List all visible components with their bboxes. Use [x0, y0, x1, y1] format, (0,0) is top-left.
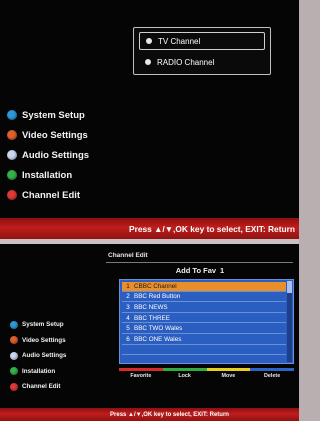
channel-name: BBC ONE Wales: [134, 335, 182, 343]
scrollbar-thumb[interactable]: [287, 281, 292, 293]
menu-item-label: System Setup: [22, 109, 85, 121]
channel-name: BBC Red Button: [134, 293, 181, 301]
menu-item-label: Channel Edit: [22, 383, 61, 391]
channel-row[interactable]: 2 BBC Red Button: [122, 293, 286, 303]
menu-item-label: Channel Edit: [22, 189, 81, 201]
red-dot-icon: [7, 190, 17, 200]
channel-list: 1 CBBC Channel 2 BBC Red Button 3 BBC NE…: [119, 279, 294, 364]
channel-number: 2: [126, 293, 130, 301]
red-dot-icon: [10, 382, 18, 391]
green-key-swatch: [162, 368, 207, 371]
menu-item-video-settings[interactable]: Video Settings: [7, 125, 89, 145]
fav-heading: Add To Fav 1: [150, 266, 250, 275]
favorite-key-label[interactable]: Favorite: [119, 373, 163, 379]
yellow-key-swatch: [206, 368, 251, 371]
channel-row[interactable]: 5 BBC TWO Wales: [122, 324, 286, 334]
channel-row[interactable]: 3 BBC NEWS: [122, 303, 286, 313]
channel-type-popup: TV Channel RADIO Channel: [133, 27, 271, 75]
menu-item-label: Audio Settings: [22, 352, 67, 360]
red-key-swatch: [119, 368, 163, 371]
empty-row: [122, 346, 286, 356]
menu-item-video-settings[interactable]: Video Settings: [10, 333, 66, 349]
orange-dot-icon: [10, 336, 18, 345]
radio-channel-option[interactable]: RADIO Channel: [139, 53, 265, 71]
tv-channel-label: TV Channel: [158, 36, 201, 46]
menu-item-label: Video Settings: [22, 129, 88, 141]
menu-item-channel-edit[interactable]: Channel Edit: [10, 379, 66, 395]
channel-number: 6: [126, 335, 130, 343]
channel-number: 5: [126, 325, 130, 333]
lock-key-label[interactable]: Lock: [163, 373, 207, 379]
channel-name: BBC TWO Wales: [134, 325, 183, 333]
menu-item-channel-edit[interactable]: Channel Edit: [7, 185, 89, 205]
tv-channel-option[interactable]: TV Channel: [139, 32, 265, 50]
main-menu: System Setup Video Settings Audio Settin…: [7, 105, 89, 205]
channel-name: BBC THREE: [134, 314, 170, 322]
color-key-bar: [119, 368, 294, 371]
help-bar: Press ▲/▼,OK key to select, EXIT: Return: [0, 408, 299, 421]
light-blue-dot-icon: [7, 150, 17, 160]
menu-item-audio-settings[interactable]: Audio Settings: [10, 348, 66, 364]
menu-item-audio-settings[interactable]: Audio Settings: [7, 145, 89, 165]
delete-key-label[interactable]: Delete: [250, 373, 294, 379]
menu-item-label: Installation: [22, 367, 56, 375]
move-key-label[interactable]: Move: [207, 373, 251, 379]
radio-dot-icon: [145, 59, 151, 65]
menu-item-system-setup[interactable]: System Setup: [7, 105, 89, 125]
menu-item-installation[interactable]: Installation: [7, 165, 89, 185]
menu-item-label: System Setup: [22, 321, 64, 329]
menu-item-system-setup[interactable]: System Setup: [10, 317, 66, 333]
blue-dot-icon: [7, 110, 17, 120]
channel-number: 1: [126, 282, 130, 290]
panel-title: Channel Edit: [108, 252, 148, 259]
channel-number: 4: [126, 314, 130, 322]
channel-name: CBBC Channel: [134, 282, 177, 290]
menu-item-label: Audio Settings: [22, 149, 90, 161]
tv-screen-channel-type: TV Channel RADIO Channel System Setup Vi…: [0, 0, 299, 239]
channel-row[interactable]: 4 BBC THREE: [122, 314, 286, 324]
blue-dot-icon: [10, 320, 18, 329]
help-bar: Press ▲/▼,OK key to select, EXIT: Return: [0, 218, 299, 239]
channel-row[interactable]: 1 CBBC Channel: [122, 282, 286, 292]
channel-name: BBC NEWS: [134, 303, 168, 311]
radio-channel-label: RADIO Channel: [157, 57, 215, 67]
fav-group-number: 1: [220, 266, 225, 275]
light-blue-dot-icon: [10, 351, 18, 360]
title-underline: [106, 262, 293, 263]
blue-key-swatch: [250, 368, 294, 371]
green-dot-icon: [10, 367, 18, 376]
channel-number: 3: [126, 303, 130, 311]
fav-heading-label: Add To Fav: [175, 266, 217, 275]
help-text: Press ▲/▼,OK key to select, EXIT: Return: [129, 223, 295, 234]
help-text: Press ▲/▼,OK key to select, EXIT: Return: [110, 411, 229, 418]
radio-dot-icon: [146, 38, 152, 44]
menu-item-installation[interactable]: Installation: [10, 364, 66, 380]
orange-dot-icon: [7, 130, 17, 140]
green-dot-icon: [7, 170, 17, 180]
color-key-labels: Favorite Lock Move Delete: [119, 373, 294, 379]
main-menu: System Setup Video Settings Audio Settin…: [10, 317, 66, 395]
menu-item-label: Video Settings: [22, 336, 66, 344]
channel-row[interactable]: 6 BBC ONE Wales: [122, 335, 286, 345]
list-scrollbar[interactable]: [287, 281, 292, 362]
menu-item-label: Installation: [22, 169, 73, 181]
